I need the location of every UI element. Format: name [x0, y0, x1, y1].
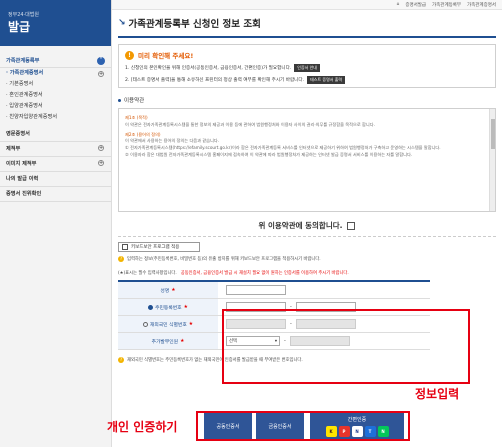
keyboard-security-label: 키보드보안 프로그램 적용: [131, 245, 180, 250]
bank-icon: N: [351, 426, 363, 437]
breadcrumb-item[interactable]: 가족관계증명서: [467, 2, 496, 8]
simple-auth-logos: K P N T N: [325, 426, 389, 437]
agree-label: 위 이용약관에 동의합니다.: [258, 221, 343, 230]
cert-guide-button[interactable]: 인증서 안내: [294, 64, 320, 72]
agree-checkbox[interactable]: [347, 221, 356, 230]
breadcrumb-item[interactable]: 가족관계등록부: [432, 2, 461, 8]
plus-icon[interactable]: +: [98, 160, 104, 166]
notice-line1: 1. 신청인의 본인확인을 위해 인증서(공동인증서, 금융인증서, 간편인증)…: [125, 66, 292, 71]
auth-annotation-label: 개인 인증하기: [107, 420, 178, 434]
sidebar-item-adoption-cert[interactable]: · 입양관계증명서: [0, 101, 111, 112]
chevron-up-icon[interactable]: ˄: [97, 57, 105, 65]
breadcrumb-item[interactable]: 증명서발급: [405, 2, 426, 8]
breadcrumb: ⌂ 증명서발급 가족관계등록부 가족관계증명서: [112, 0, 502, 10]
home-icon[interactable]: ⌂: [396, 2, 399, 7]
keyboard-info: ? 입력하는 정보(주민등록번호, 비밀번호 등)의 유출 방지를 위해 키보드보…: [118, 256, 321, 262]
pass-icon: P: [338, 426, 350, 437]
sidebar-item-jejeok[interactable]: 제적부 +: [0, 142, 111, 157]
logo-small: 정부24·대법원: [8, 12, 39, 18]
joint-cert-button[interactable]: 공동인증서: [204, 413, 252, 439]
name-input[interactable]: [226, 285, 286, 295]
financial-cert-button[interactable]: 금융인증서: [256, 413, 304, 439]
keyboard-security-checkbox[interactable]: [122, 244, 128, 250]
sidebar-section-family[interactable]: 가족관계등록부 ˄: [0, 54, 111, 68]
question-icon: ?: [118, 256, 124, 262]
sidebar-item-english[interactable]: 영문증명서: [0, 127, 111, 142]
logo-title: 발급: [8, 20, 31, 34]
sidebar-item-marriage-cert[interactable]: · 혼인관계증명서: [0, 90, 111, 101]
title-arrow-icon: ↘: [118, 18, 126, 28]
info-highlight-box: [222, 309, 470, 384]
sidebar-item-basic-cert[interactable]: · 기본증명서: [0, 79, 111, 90]
notice-line2: 2. [테스트 증명서 출력]을 통해 소유하신 프린터의 정상 출력 여부를 …: [125, 78, 305, 83]
terms-heading: 제1조 (목적): [125, 115, 148, 120]
terms-box[interactable]: 제1조 (목적) 이 약관은 전자가족관계등록시스템을 통한 정보의 제공과 이…: [118, 108, 496, 212]
terms-scrollbar[interactable]: [489, 109, 495, 211]
simple-auth-title: 간편인증: [347, 417, 367, 423]
rrn-radio[interactable]: [148, 304, 154, 310]
naver-icon: N: [377, 426, 389, 437]
keyboard-security-option[interactable]: 키보드보안 프로그램 적용: [118, 242, 200, 252]
foreign-radio[interactable]: [142, 321, 148, 327]
toss-icon: T: [364, 426, 376, 437]
sidebar-item-image-jejeok[interactable]: 이미지 제적부 +: [0, 157, 111, 172]
sidebar-item-verify[interactable]: 증명서 진위확인: [0, 187, 111, 202]
sidebar: 정부24·대법원 발급 가족관계등록부 ˄ · 가족관계증명서 + · 기본증명서…: [0, 0, 112, 447]
scroll-thumb[interactable]: [491, 119, 495, 149]
bullet-icon: [118, 98, 121, 102]
required-note-warning: 공동인증서, 금융인증서 발급 시 재설치 필요 없이 원하는 인증서를 이용하…: [180, 271, 349, 276]
page: 정부24·대법원 발급 가족관계등록부 ˄ · 가족관계증명서 + · 기본증명서…: [0, 0, 502, 447]
plus-icon[interactable]: +: [98, 71, 104, 77]
kakao-icon: K: [325, 426, 337, 437]
terms-paragraph: 이 약관은 전자가족관계등록시스템을 통한 정보의 제공과 이용 등에 관하여 …: [125, 121, 375, 127]
question-icon: ?: [118, 357, 124, 363]
agree-row: 위 이용약관에 동의합니다.: [118, 220, 496, 231]
terms-paragraph: ① 전자가족관계등록시스템(https://efamily.scourt.go.…: [125, 145, 441, 151]
test-print-button[interactable]: 테스트 증명서 출력: [307, 76, 346, 84]
logo[interactable]: 정부24·대법원 발급: [0, 0, 111, 46]
sidebar-item-history[interactable]: 나의 발급 이력: [0, 172, 111, 187]
form-row-name: 성명 ★: [118, 282, 430, 299]
divider: [118, 236, 496, 237]
required-note: (★)표시는 필수 입력사항입니다. 공동인증서, 금융인증서 발급 시 재설치…: [118, 270, 496, 276]
required-note-text: (★)표시는 필수 입력사항입니다.: [118, 271, 177, 276]
simple-auth-button[interactable]: 간편인증 K P N T N: [310, 413, 404, 439]
terms-section-label: 이용약관: [118, 96, 496, 104]
sidebar-item-full-adoption-cert[interactable]: · 친양자입양관계증명서: [0, 112, 111, 123]
info-annotation-label: 정보입력: [415, 387, 460, 401]
page-title: ↘ 가족관계등록부 신청인 정보 조회: [118, 16, 496, 38]
sidebar-section-label: 가족관계등록부: [6, 58, 40, 64]
sidebar-item-family-cert[interactable]: · 가족관계증명서 +: [0, 68, 111, 79]
notice-title: 미리 확인해 주세요!: [138, 52, 194, 60]
terms-paragraph: ② 이용자라 함은 대법원 전자가족관계등록시스템 홈페이지에 접속하여 이 약…: [125, 151, 413, 157]
plus-icon[interactable]: +: [98, 145, 104, 151]
exclamation-icon: !: [125, 50, 134, 60]
page-title-text: 가족관계등록부 신청인 정보 조회: [128, 19, 261, 30]
notice-box: ! 미리 확인해 주세요! 1. 신청인의 본인확인을 위해 인증서(공동인증서,…: [118, 44, 496, 88]
